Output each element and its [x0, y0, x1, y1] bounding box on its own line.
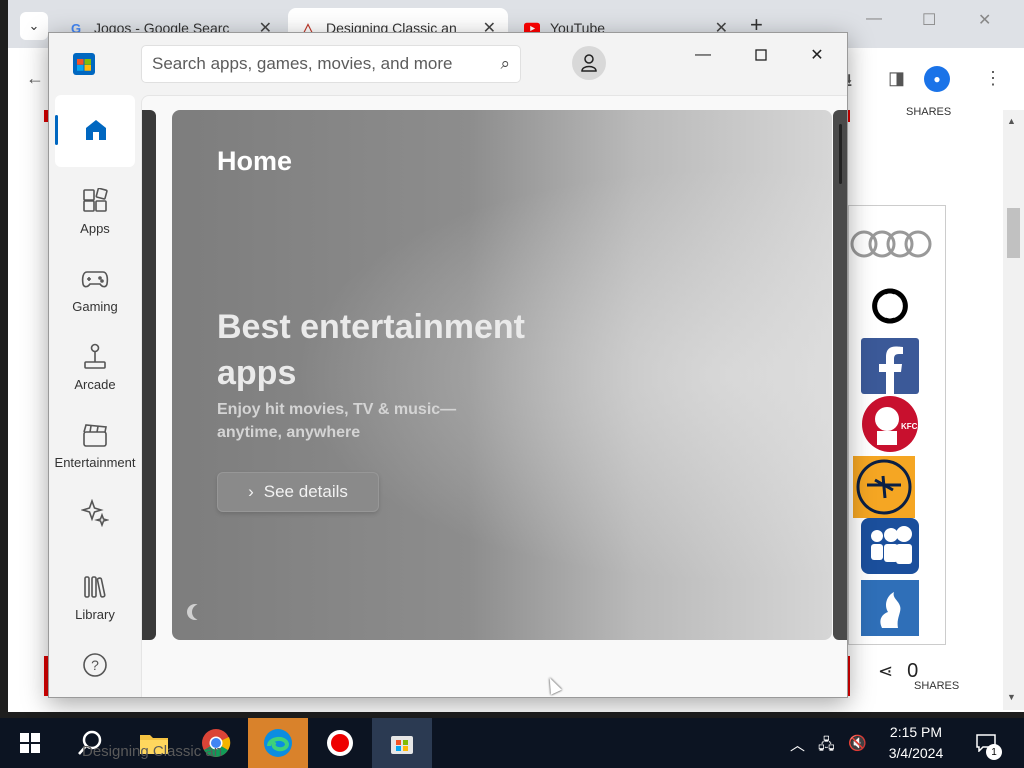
carousel-next[interactable] [833, 110, 847, 640]
chevron-up-icon[interactable]: ︿ [790, 734, 805, 755]
apps-icon [81, 187, 109, 215]
svg-text:?: ? [91, 657, 99, 673]
hero-subtitle: Enjoy hit movies, TV & music—anytime, an… [217, 401, 457, 441]
close-button[interactable]: ✕ [795, 41, 839, 69]
clock-date: 3/4/2024 [888, 745, 944, 761]
gamepad-icon [81, 265, 109, 293]
svg-text:KFC: KFC [901, 422, 918, 431]
windows-icon [20, 733, 40, 753]
person-icon: ● [933, 72, 941, 86]
chevron-right-icon: › [248, 482, 254, 501]
start-button[interactable] [0, 718, 60, 768]
joystick-icon [81, 343, 109, 371]
back-arrow-icon[interactable]: ← [26, 68, 44, 89]
hero-headline: Best entertainment apps [217, 308, 525, 392]
taskbar-preview-text: Designing Classic an [82, 743, 223, 760]
search-icon[interactable]: ⌕ [500, 54, 510, 74]
store-sidebar: Apps Gaming Arcade Entertainment Library… [49, 95, 141, 697]
search-box[interactable]: ⌕ [141, 45, 521, 83]
recorder-button[interactable] [310, 718, 370, 768]
store-icon [391, 736, 413, 754]
nav-label: Arcade [74, 377, 116, 392]
facebook-logo [861, 338, 919, 394]
shares-label: SHARES [906, 106, 952, 118]
selected-indicator [55, 115, 58, 145]
more-menu-icon[interactable]: ⋮ [984, 68, 1002, 89]
clapperboard-icon [81, 421, 109, 449]
nav-label: Library [75, 607, 115, 622]
minimize-icon[interactable]: — [866, 10, 882, 28]
maximize-icon[interactable]: ☐ [922, 10, 936, 30]
minimize-button[interactable]: — [681, 41, 725, 69]
close-icon[interactable]: ✕ [978, 10, 991, 30]
store-logo-icon [73, 53, 95, 75]
network-icon[interactable]: 🖧 [818, 734, 835, 759]
maximize-icon [755, 49, 767, 61]
page-scrollbar[interactable]: ▲ ▼ [1003, 110, 1024, 710]
nav-gaming[interactable]: Gaming [55, 265, 135, 314]
maximize-button[interactable] [739, 41, 783, 69]
edge-icon [264, 729, 292, 757]
volume-muted-icon[interactable]: 🔇 [848, 734, 867, 752]
scroll-down-icon[interactable]: ▼ [1007, 692, 1016, 702]
search-input[interactable] [152, 46, 482, 82]
button-label: See details [263, 482, 348, 501]
scroll-thumb[interactable] [839, 124, 842, 184]
clock-time: 2:15 PM [889, 724, 943, 740]
nav-label: Entertainment [54, 455, 136, 470]
moon-icon [192, 604, 208, 620]
myspace-logo [861, 518, 919, 574]
nav-whats-new[interactable] [55, 499, 135, 533]
chanel-logo [861, 278, 919, 334]
shares-label: SHARES [914, 680, 960, 692]
page-title: Home [217, 146, 293, 176]
person-icon [581, 54, 597, 72]
scroll-up-icon[interactable]: ▲ [1007, 116, 1016, 126]
minimize-icon: — [695, 46, 711, 63]
store-taskbar-button[interactable] [372, 718, 432, 768]
library-icon [81, 573, 109, 601]
scroll-thumb[interactable] [1007, 208, 1020, 258]
nav-apps[interactable]: Apps [55, 187, 135, 236]
profile-avatar[interactable]: ● [924, 66, 950, 92]
brand-logo-panel: KFC [848, 205, 946, 645]
side-panel-icon[interactable]: ◨ [888, 68, 905, 89]
peugeot-logo [861, 580, 919, 636]
close-icon: ✕ [810, 47, 824, 64]
home-icon [86, 120, 106, 140]
share-icon: ⋖ [878, 661, 894, 681]
record-icon [327, 730, 353, 756]
nav-library[interactable]: Library [55, 573, 135, 622]
nav-arcade[interactable]: Arcade [55, 343, 135, 392]
lufthansa-logo [853, 456, 915, 518]
system-clock[interactable]: 2:15 PM 3/4/2024 [878, 722, 954, 764]
audi-logo [849, 222, 935, 266]
nav-help[interactable]: ? [55, 651, 135, 685]
store-title-bar: ⌕ — ✕ [49, 33, 847, 95]
tab-search-button[interactable]: ⌄ [20, 12, 48, 40]
store-content: Home Best entertainment apps Enjoy hit m… [141, 95, 847, 697]
kfc-logo: KFC [861, 396, 919, 452]
chevron-down-icon: ⌄ [28, 18, 40, 33]
nav-label: Apps [80, 221, 110, 236]
notification-badge: 1 [986, 744, 1002, 760]
store-window: ⌕ — ✕ Apps Gaming [48, 32, 848, 698]
carousel-previous[interactable] [142, 110, 156, 640]
edge-button[interactable] [248, 718, 308, 768]
see-details-button[interactable]: › See details [217, 472, 379, 512]
help-icon: ? [81, 651, 109, 679]
sparkle-icon [81, 499, 109, 527]
nav-label: Gaming [72, 299, 118, 314]
store-profile-button[interactable] [572, 46, 606, 80]
nav-entertainment[interactable]: Entertainment [55, 421, 135, 470]
hero-banner[interactable]: Home Best entertainment apps Enjoy hit m… [172, 110, 832, 640]
nav-home[interactable] [55, 95, 135, 167]
share-counter[interactable]: ⋖ 0 [878, 660, 918, 683]
